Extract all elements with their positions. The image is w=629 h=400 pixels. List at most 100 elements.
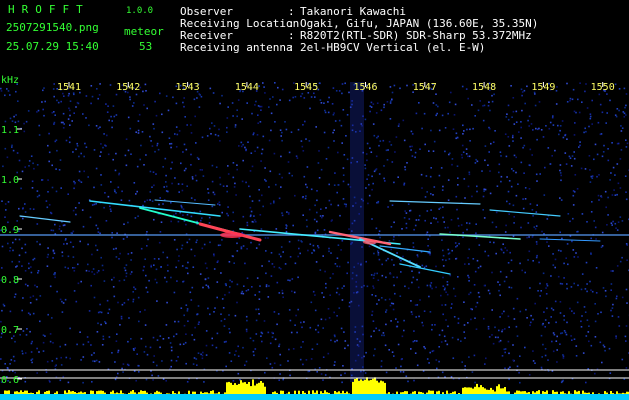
- noise-pixel: [115, 114, 118, 116]
- noise-pixel: [416, 304, 419, 306]
- power-bar-base: [160, 394, 162, 400]
- noise-pixel: [413, 379, 415, 382]
- power-bar-peak: [216, 393, 218, 394]
- noise-pixel: [319, 215, 322, 217]
- meteor-trail: [19, 215, 71, 223]
- noise-pixel: [383, 334, 385, 337]
- noise-pixel: [67, 267, 69, 270]
- power-bar-base: [44, 394, 46, 400]
- noise-pixel: [258, 291, 261, 293]
- noise-pixel: [237, 345, 239, 348]
- noise-pixel: [414, 352, 417, 354]
- noise-pixel: [44, 100, 46, 103]
- noise-pixel: [303, 97, 306, 99]
- power-bar-peak: [150, 393, 152, 394]
- noise-pixel: [604, 290, 607, 292]
- noise-pixel: [599, 341, 602, 344]
- noise-pixel: [250, 241, 252, 244]
- noise-pixel: [73, 267, 76, 269]
- noise-pixel: [430, 167, 432, 169]
- noise-pixel: [273, 311, 276, 313]
- noise-pixel: [185, 167, 187, 170]
- noise-pixel: [47, 144, 49, 147]
- noise-pixel: [227, 173, 230, 175]
- noise-pixel: [185, 148, 188, 151]
- noise-pixel: [523, 144, 526, 147]
- noise-pixel: [305, 138, 307, 140]
- noise-pixel: [589, 113, 592, 115]
- noise-pixel: [451, 249, 453, 252]
- noise-pixel: [455, 132, 458, 135]
- noise-pixel: [540, 290, 542, 292]
- noise-pixel: [338, 265, 341, 268]
- noise-pixel: [322, 356, 325, 358]
- power-bar-base: [380, 394, 382, 400]
- noise-pixel: [289, 279, 291, 282]
- noise-pixel: [611, 194, 614, 196]
- power-bar-peak: [462, 387, 464, 394]
- noise-pixel: [252, 133, 255, 136]
- power-bar-base: [172, 394, 174, 400]
- noise-pixel: [463, 130, 465, 132]
- noise-pixel: [201, 217, 203, 219]
- noise-pixel: [615, 297, 618, 300]
- noise-pixel: [575, 355, 578, 357]
- noise-pixel: [340, 249, 342, 251]
- power-bar-base: [332, 394, 334, 400]
- noise-pixel: [524, 271, 526, 274]
- noise-pixel: [182, 280, 184, 283]
- noise-pixel: [432, 102, 435, 104]
- noise-pixel: [372, 123, 375, 125]
- noise-pixel: [214, 307, 216, 309]
- noise-pixel: [433, 186, 436, 188]
- noise-pixel: [138, 320, 140, 323]
- noise-pixel: [432, 194, 434, 196]
- noise-pixel: [502, 243, 504, 245]
- noise-pixel: [397, 176, 399, 178]
- power-bar-peak: [334, 391, 336, 394]
- noise-pixel: [159, 335, 162, 337]
- noise-pixel: [457, 217, 459, 220]
- noise-pixel: [341, 142, 343, 144]
- noise-pixel: [610, 270, 612, 272]
- noise-pixel: [610, 309, 612, 312]
- noise-pixel: [307, 370, 310, 373]
- noise-pixel: [16, 220, 18, 222]
- noise-pixel: [301, 326, 303, 329]
- noise-pixel: [227, 165, 229, 167]
- noise-pixel: [175, 146, 178, 148]
- power-bar-base: [542, 394, 544, 400]
- noise-pixel: [240, 292, 243, 295]
- noise-pixel: [328, 247, 330, 250]
- noise-pixel: [552, 264, 555, 266]
- power-bar-peak: [140, 390, 142, 394]
- noise-pixel: [6, 367, 9, 369]
- noise-pixel: [580, 326, 583, 328]
- noise-pixel: [270, 112, 273, 115]
- noise-pixel: [43, 114, 45, 117]
- noise-pixel: [199, 169, 202, 171]
- power-bar-peak: [192, 391, 194, 394]
- noise-pixel: [435, 104, 438, 106]
- noise-pixel: [270, 275, 273, 277]
- noise-pixel: [386, 159, 389, 161]
- noise-pixel: [625, 243, 628, 245]
- noise-pixel: [194, 115, 196, 118]
- power-bar-base: [222, 394, 224, 400]
- noise-pixel: [46, 256, 49, 258]
- noise-pixel: [529, 203, 532, 205]
- power-bar-peak: [438, 390, 440, 394]
- noise-pixel: [165, 95, 168, 97]
- noise-pixel: [600, 246, 603, 248]
- noise-pixel: [626, 259, 628, 261]
- noise-pixel: [127, 116, 130, 119]
- noise-pixel: [476, 301, 479, 304]
- noise-pixel: [101, 344, 104, 346]
- noise-pixel: [512, 170, 515, 172]
- noise-pixel: [461, 144, 464, 147]
- noise-pixel: [73, 187, 75, 190]
- noise-pixel: [575, 111, 577, 114]
- noise-pixel: [249, 337, 252, 339]
- power-bar-base: [562, 394, 564, 400]
- power-bar-peak: [194, 391, 196, 394]
